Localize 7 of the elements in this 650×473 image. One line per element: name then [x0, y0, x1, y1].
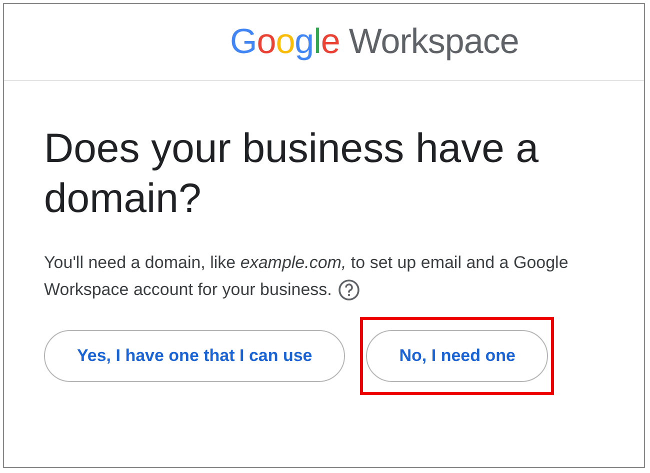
- help-icon[interactable]: [338, 278, 360, 300]
- heading: Does your business have a domain?: [44, 124, 540, 223]
- description-line: Workspace account for your business.: [44, 279, 332, 301]
- description-line: You'll need a domain, like example.com, to set up email and a Google: [44, 252, 568, 274]
- choice-button[interactable]: No, I need one: [366, 330, 548, 382]
- choice-button[interactable]: Yes, I have one that I can use: [44, 330, 346, 382]
- google-workspace-logo: Google Workspace: [230, 22, 519, 62]
